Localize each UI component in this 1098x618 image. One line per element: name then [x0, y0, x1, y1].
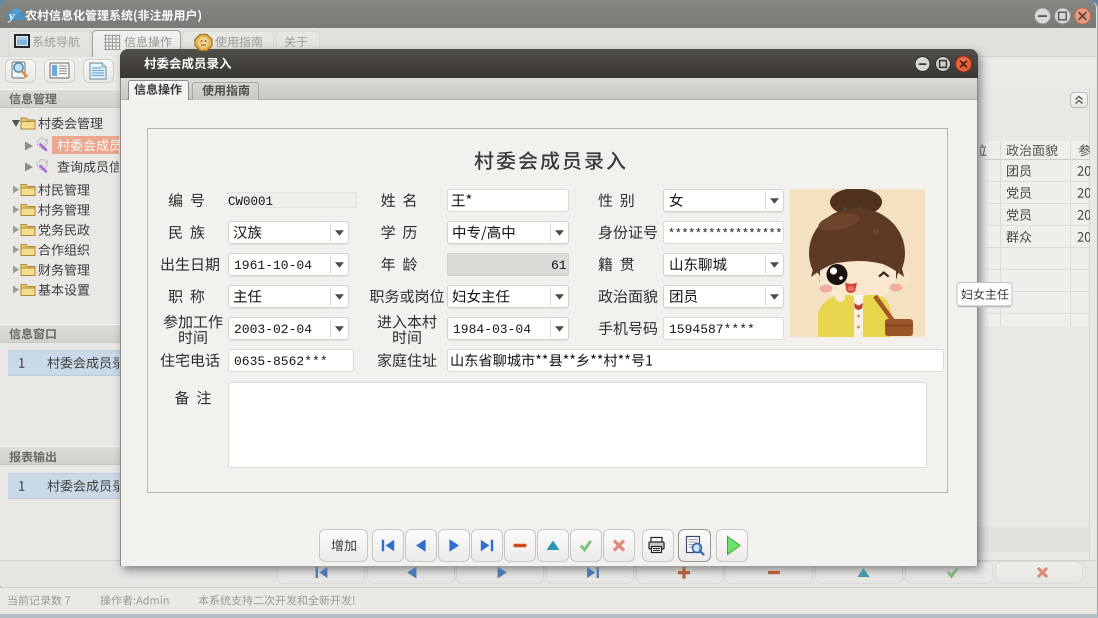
svg-text:y: y — [7, 8, 15, 23]
